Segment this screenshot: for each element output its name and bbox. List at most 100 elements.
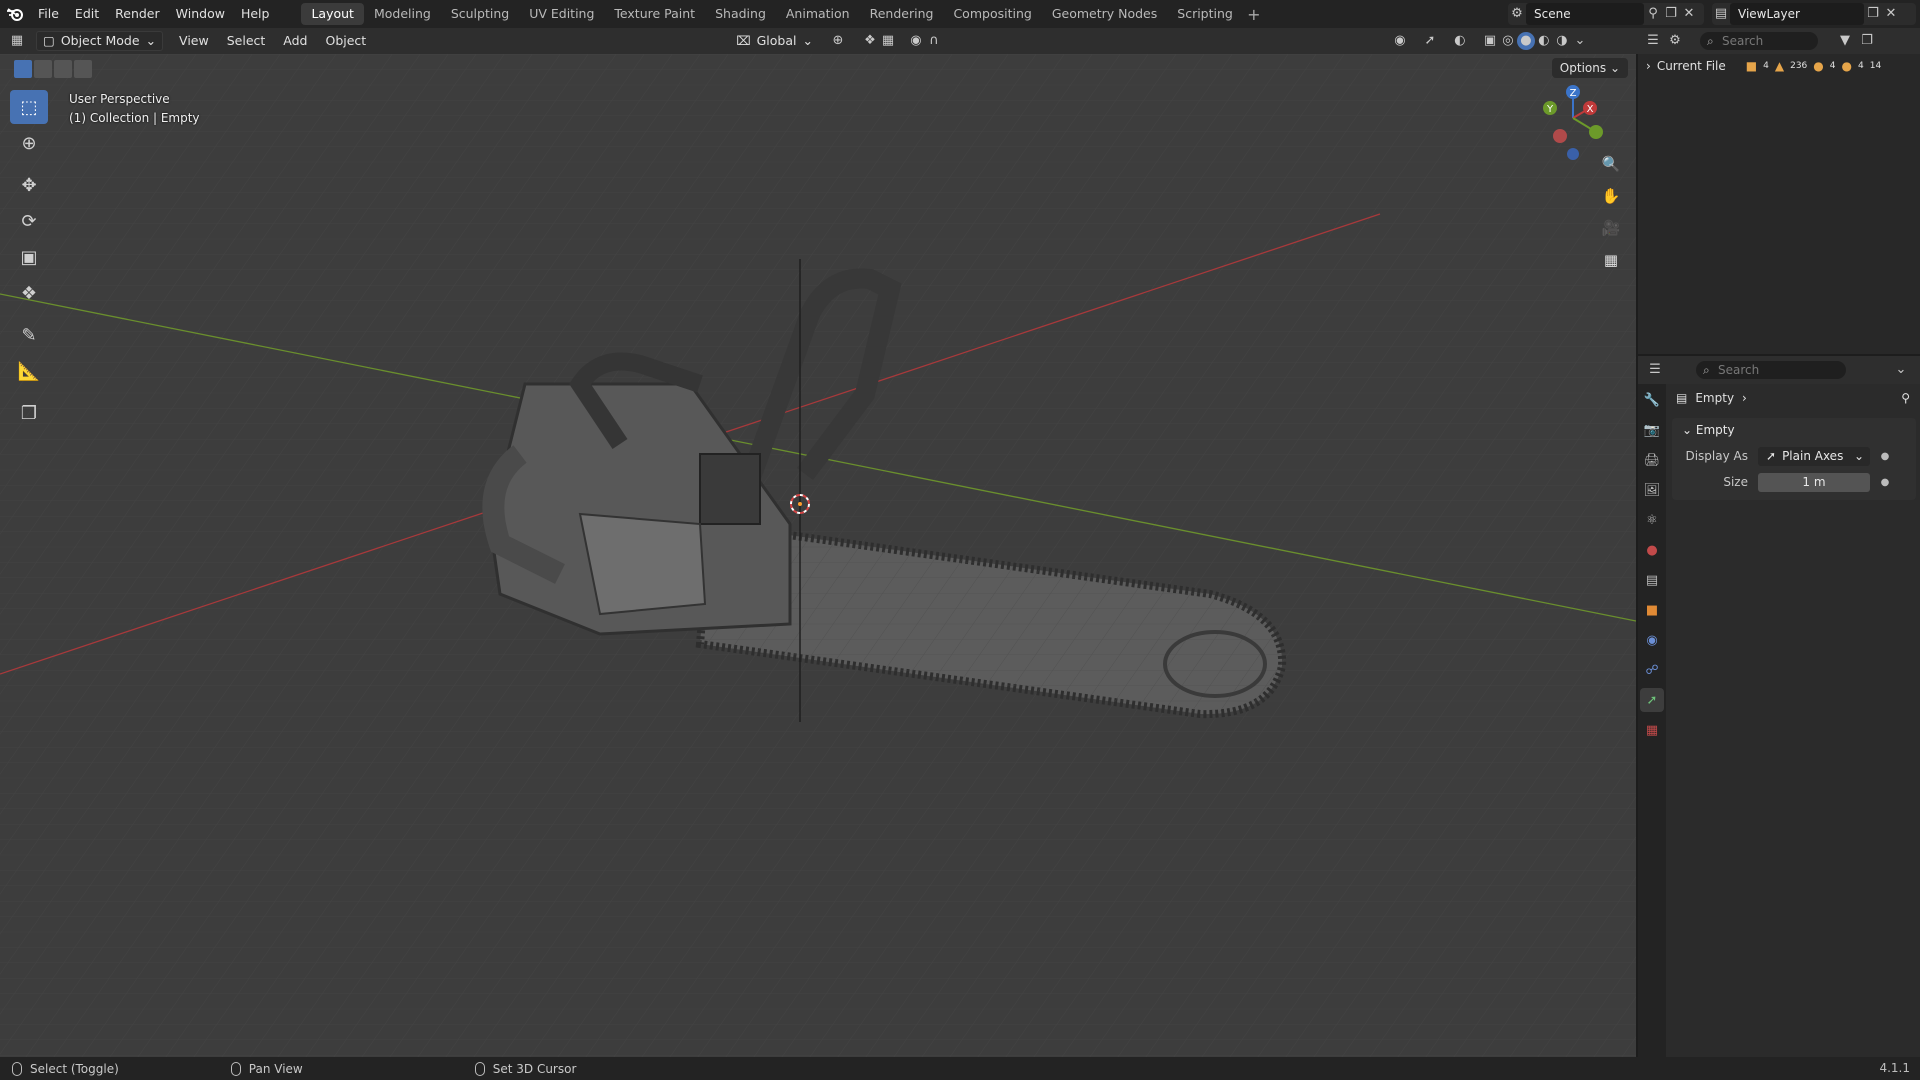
- tab-geometry-nodes[interactable]: Geometry Nodes: [1042, 3, 1167, 25]
- menu-render[interactable]: Render: [107, 3, 168, 25]
- properties-search-input[interactable]: Search: [1696, 361, 1846, 379]
- proportional-editing-icon[interactable]: ◉: [907, 32, 925, 50]
- display-as-select[interactable]: ➚ Plain Axes ⌄: [1758, 446, 1870, 466]
- add-workspace-button[interactable]: +: [1243, 5, 1265, 24]
- close-icon[interactable]: ✕: [1882, 5, 1900, 23]
- gizmo-icon[interactable]: ➚: [1421, 32, 1439, 50]
- chevron-down-icon[interactable]: ⌄: [1571, 32, 1589, 50]
- select-extend-button[interactable]: [34, 60, 52, 78]
- object-tab-icon[interactable]: ■: [1640, 598, 1664, 622]
- tab-animation[interactable]: Animation: [776, 3, 860, 25]
- new-view-layer-icon[interactable]: ❐: [1864, 5, 1882, 23]
- select-box-tool-icon[interactable]: ⬚: [10, 90, 48, 124]
- outliner-row-current-file[interactable]: › Current File ■ 4 ▲ 236 ● 4 ● 4 14: [1638, 54, 1920, 78]
- physics-tab-icon[interactable]: ◉: [1640, 628, 1664, 652]
- tab-layout[interactable]: Layout: [301, 3, 364, 25]
- wireframe-shading-icon[interactable]: ◎: [1499, 32, 1517, 50]
- blender-logo-icon[interactable]: [0, 0, 30, 28]
- output-tab-icon[interactable]: 🖨: [1640, 448, 1664, 472]
- select-subtract-button[interactable]: [54, 60, 72, 78]
- tool-shelf: ⬚ ⊕ ✥ ⟳ ▣ ❖ ✎ 📐 ❐: [10, 90, 48, 430]
- selection-mode-buttons: [14, 60, 92, 78]
- xray-icon[interactable]: ▣: [1481, 32, 1499, 50]
- falloff-icon[interactable]: ∩: [925, 32, 943, 50]
- view-layer-name-field[interactable]: ViewLayer: [1730, 3, 1864, 25]
- new-collection-icon[interactable]: ❐: [1858, 32, 1876, 50]
- select-new-button[interactable]: [14, 60, 32, 78]
- menu-object[interactable]: Object: [319, 31, 372, 51]
- tab-texture-paint[interactable]: Texture Paint: [604, 3, 705, 25]
- menu-file[interactable]: File: [30, 3, 67, 25]
- snap-target-icon[interactable]: ▦: [879, 32, 897, 50]
- orientation-dropdown[interactable]: ⌧ Global ⌄: [730, 31, 819, 51]
- navigation-gizmo[interactable]: Z X Y: [1538, 80, 1608, 160]
- move-tool-icon[interactable]: ✥: [10, 168, 48, 202]
- menu-help[interactable]: Help: [233, 3, 278, 25]
- 3d-viewport[interactable]: Options ⌄ User Perspective (1) Collectio…: [0, 54, 1636, 1057]
- properties-editor-icon[interactable]: ☰: [1646, 361, 1664, 379]
- menu-edit[interactable]: Edit: [67, 3, 107, 25]
- chevron-down-icon[interactable]: ⌄: [1892, 361, 1910, 379]
- empty-panel: ⌄ Empty Display As ➚ Plain Axes ⌄ ● Size…: [1672, 418, 1916, 500]
- snap-icon[interactable]: ❖: [861, 32, 879, 50]
- display-as-row: Display As ➚ Plain Axes ⌄ ●: [1672, 444, 1916, 468]
- tab-modeling[interactable]: Modeling: [364, 3, 441, 25]
- tab-compositing[interactable]: Compositing: [943, 3, 1041, 25]
- annotate-tool-icon[interactable]: ✎: [10, 318, 48, 352]
- tab-rendering[interactable]: Rendering: [860, 3, 944, 25]
- camera-view-icon[interactable]: 🎥: [1598, 216, 1624, 240]
- tab-scripting[interactable]: Scripting: [1167, 3, 1243, 25]
- display-mode-icon[interactable]: ⚙: [1666, 32, 1684, 50]
- keyframe-dot-icon[interactable]: ●: [1878, 477, 1892, 488]
- rotate-tool-icon[interactable]: ⟳: [10, 204, 48, 238]
- panel-header[interactable]: ⌄ Empty: [1672, 418, 1916, 442]
- scene-icon[interactable]: ⚙: [1508, 5, 1526, 23]
- keyframe-dot-icon[interactable]: ●: [1878, 451, 1892, 462]
- new-scene-icon[interactable]: ❐: [1662, 5, 1680, 23]
- transform-tool-icon[interactable]: ❖: [10, 276, 48, 310]
- measure-tool-icon[interactable]: 📐: [10, 354, 48, 388]
- object-data-tab-icon[interactable]: ➚: [1640, 688, 1664, 712]
- constraints-tab-icon[interactable]: ☍: [1640, 658, 1664, 682]
- mode-dropdown[interactable]: ▢ Object Mode ⌄: [36, 31, 164, 51]
- filter-icon[interactable]: ▼: [1836, 32, 1854, 50]
- perspective-toggle-icon[interactable]: ▦: [1598, 248, 1624, 272]
- add-cube-tool-icon[interactable]: ❐: [10, 396, 48, 430]
- count-4: 4: [1857, 61, 1864, 71]
- outliner-search-input[interactable]: Search: [1700, 32, 1818, 50]
- visibility-icon[interactable]: ◉: [1391, 32, 1409, 50]
- size-field[interactable]: 1 m: [1758, 472, 1870, 492]
- world-tab-icon[interactable]: ●: [1640, 538, 1664, 562]
- editor-type-icon[interactable]: ▦: [8, 32, 26, 50]
- tab-shading[interactable]: Shading: [705, 3, 776, 25]
- pin-icon[interactable]: ⚲: [1644, 5, 1662, 23]
- options-dropdown[interactable]: Options ⌄: [1551, 58, 1628, 78]
- view-layer-icon[interactable]: ▤: [1712, 5, 1730, 23]
- tab-sculpting[interactable]: Sculpting: [441, 3, 519, 25]
- close-icon[interactable]: ✕: [1680, 5, 1698, 23]
- view-layer-tab-icon[interactable]: 🖼: [1640, 478, 1664, 502]
- menu-select[interactable]: Select: [221, 31, 272, 51]
- solid-shading-icon[interactable]: ●: [1516, 32, 1535, 50]
- overlays-icon[interactable]: ◐: [1451, 32, 1469, 50]
- material-shading-icon[interactable]: ◐: [1535, 32, 1553, 50]
- cursor-tool-icon[interactable]: ⊕: [10, 126, 48, 160]
- rendered-shading-icon[interactable]: ◑: [1553, 32, 1571, 50]
- scene-name-field[interactable]: Scene: [1526, 3, 1644, 25]
- scene-tab-icon[interactable]: ⚛: [1640, 508, 1664, 532]
- select-invert-button[interactable]: [74, 60, 92, 78]
- render-tab-icon[interactable]: 📷: [1640, 418, 1664, 442]
- collection-tab-icon[interactable]: ▤: [1640, 568, 1664, 592]
- pivot-point-icon[interactable]: ⊕: [829, 32, 847, 50]
- menu-view[interactable]: View: [173, 31, 215, 51]
- texture-tab-icon[interactable]: ▦: [1640, 718, 1664, 742]
- tab-uv-editing[interactable]: UV Editing: [519, 3, 604, 25]
- menu-window[interactable]: Window: [168, 3, 233, 25]
- pan-hand-icon[interactable]: ✋: [1598, 184, 1624, 208]
- scale-tool-icon[interactable]: ▣: [10, 240, 48, 274]
- outliner-editor-icon[interactable]: ☰: [1644, 32, 1662, 50]
- zoom-icon[interactable]: 🔍: [1598, 152, 1624, 176]
- menu-add[interactable]: Add: [277, 31, 313, 51]
- tool-tab-icon[interactable]: 🔧: [1640, 388, 1664, 412]
- pin-icon[interactable]: ⚲: [1901, 391, 1910, 405]
